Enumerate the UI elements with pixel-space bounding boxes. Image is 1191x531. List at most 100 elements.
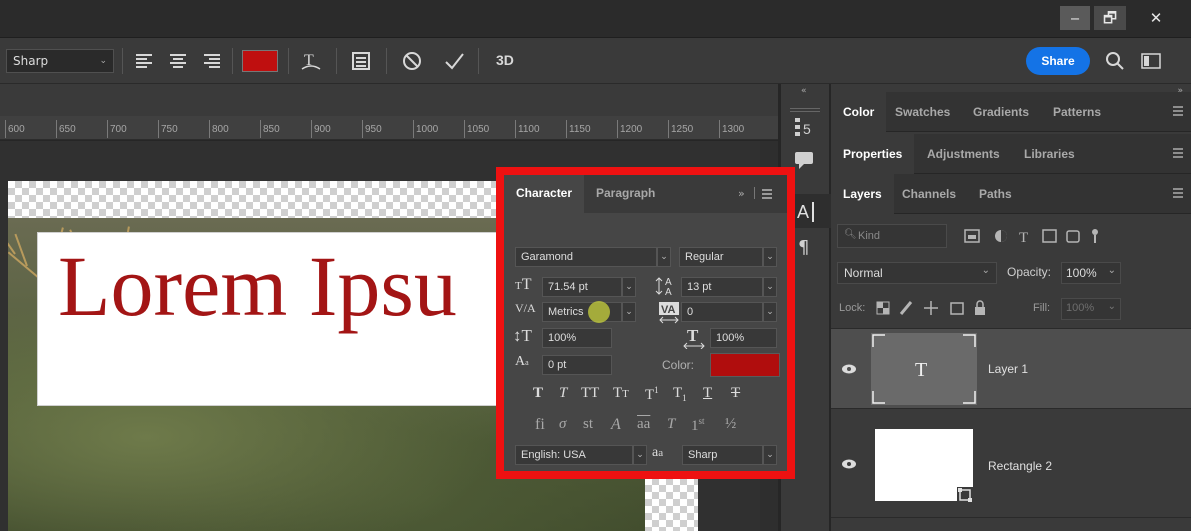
history-icon[interactable]: 5	[791, 114, 819, 140]
panel-menu-icon[interactable]	[762, 189, 772, 199]
window-title-bar: ‒ 🗗 ✕	[0, 0, 1191, 38]
align-left-icon[interactable]	[134, 51, 154, 71]
tab-adjustments[interactable]: Adjustments	[927, 134, 1000, 174]
faux-italic-icon[interactable]: T	[559, 385, 567, 402]
subscript-icon[interactable]: T1	[673, 385, 687, 403]
tab-properties[interactable]: Properties	[831, 134, 915, 174]
chevron-down-icon[interactable]: ⌄	[763, 247, 777, 267]
align-center-icon[interactable]	[168, 51, 188, 71]
close-button[interactable]: ✕	[1130, 6, 1182, 30]
comments-icon[interactable]	[791, 148, 819, 172]
character-panel-toggle-icon[interactable]	[350, 50, 372, 72]
ordinals-icon[interactable]: 1st	[691, 416, 705, 435]
chevron-down-icon[interactable]: ⌄	[622, 277, 636, 297]
contextual-alternates-icon[interactable]: σ	[559, 416, 566, 433]
shape-layer-icon	[957, 487, 973, 503]
antialias-select[interactable]: Sharp ⌄	[6, 49, 114, 73]
small-caps-icon[interactable]: TT	[613, 385, 629, 402]
titling-alternates-icon[interactable]: T	[667, 416, 675, 433]
vertical-scale-icon: ↕T	[513, 326, 532, 345]
leading-input[interactable]: 13 pt	[681, 277, 763, 297]
restore-button[interactable]: 🗗	[1094, 6, 1126, 30]
chevron-down-icon[interactable]: ⌄	[633, 445, 647, 465]
3d-button[interactable]: 3D	[496, 52, 514, 68]
fractions-icon[interactable]: ½	[725, 416, 736, 433]
all-caps-icon[interactable]: TT	[581, 385, 599, 402]
panel-menu-icon[interactable]	[1173, 188, 1183, 198]
ligatures-icon[interactable]: fi	[535, 416, 545, 434]
layer-name[interactable]: Rectangle 2	[988, 459, 1052, 473]
canvas-text-layer[interactable]: Lorem Ipsu	[58, 243, 457, 329]
tab-gradients[interactable]: Gradients	[973, 92, 1029, 132]
warp-text-icon[interactable]: T	[298, 48, 324, 74]
minimize-button[interactable]: ‒	[1060, 6, 1090, 30]
tab-color[interactable]: Color	[831, 92, 887, 132]
tab-paths[interactable]: Paths	[979, 174, 1012, 214]
tracking-input[interactable]: 0	[681, 302, 763, 322]
antialias-icon: aa	[652, 445, 664, 460]
language-select[interactable]: English: USA	[515, 445, 633, 465]
visibility-eye-icon[interactable]	[841, 459, 857, 469]
cancel-icon[interactable]	[400, 49, 424, 73]
tab-channels[interactable]: Channels	[902, 174, 956, 214]
divider	[478, 48, 479, 74]
underline-icon[interactable]: T	[703, 385, 712, 402]
blend-mode-select[interactable]: Normal ⌄	[837, 262, 997, 284]
text-color-swatch[interactable]	[242, 50, 278, 72]
layer-filter-select[interactable]: 🔍︎ Kind	[837, 224, 947, 248]
collapse-panel-icon[interactable]: »	[738, 187, 745, 200]
ruler-tick-label: 650	[59, 124, 76, 135]
cursor-highlight	[588, 301, 610, 323]
font-family-select[interactable]: Garamond	[515, 247, 657, 267]
chevron-down-icon: ⌄	[981, 265, 990, 276]
tab-character[interactable]: Character	[504, 175, 585, 213]
ruler-tick	[311, 120, 312, 138]
tab-swatches[interactable]: Swatches	[895, 92, 950, 132]
text-color-swatch[interactable]	[710, 353, 780, 377]
tab-libraries[interactable]: Libraries	[1024, 134, 1075, 174]
horizontal-ruler: 600 650 700 750 800 850 900 950 1000 1050 1100 1150…	[0, 116, 778, 140]
share-button[interactable]: Share	[1026, 47, 1090, 75]
horizontal-scale-input[interactable]: 100%	[710, 328, 777, 348]
lock-icons	[875, 298, 995, 318]
tab-layers[interactable]: Layers	[831, 174, 894, 214]
font-size-input[interactable]: 71.54 pt	[542, 277, 622, 297]
kerning-select[interactable]: Metrics	[542, 302, 622, 322]
commit-check-icon[interactable]	[442, 49, 466, 73]
superscript-icon[interactable]: T1	[645, 385, 659, 404]
panel-menu-icon[interactable]	[1173, 148, 1183, 158]
tracking-icon: VA	[658, 300, 680, 324]
search-icon[interactable]	[1104, 50, 1126, 72]
discretionary-ligatures-icon[interactable]: st	[583, 416, 593, 433]
baseline-shift-input[interactable]: 0 pt	[542, 355, 612, 375]
tab-patterns[interactable]: Patterns	[1053, 92, 1101, 132]
layer-row-layer-1[interactable]: T Layer 1	[831, 328, 1191, 408]
chevron-down-icon[interactable]: ⌄	[763, 445, 777, 465]
collapse-icon[interactable]: «	[801, 86, 807, 96]
panel-menu-icon[interactable]	[1173, 106, 1183, 116]
opacity-input[interactable]: 100% ⌄	[1061, 262, 1121, 284]
fill-input[interactable]: 100% ⌄	[1061, 298, 1121, 320]
color-panel-tabs: Color Swatches Gradients Patterns	[831, 92, 1191, 132]
stylistic-alternates-icon[interactable]: aa	[637, 416, 650, 433]
layer-row-rectangle-2[interactable]: Rectangle 2	[831, 408, 1191, 518]
visibility-eye-icon[interactable]	[841, 364, 857, 374]
paragraph-panel-icon[interactable]: ¶	[791, 234, 819, 258]
strikethrough-icon[interactable]: T	[731, 385, 740, 402]
antialias-method-select[interactable]: Sharp	[682, 445, 763, 465]
chevron-down-icon[interactable]: ⌄	[622, 302, 636, 322]
layer-name[interactable]: Layer 1	[988, 362, 1028, 376]
tab-paragraph[interactable]: Paragraph	[596, 175, 655, 213]
faux-bold-icon[interactable]: T	[533, 385, 543, 402]
chevron-down-icon[interactable]: ⌄	[763, 277, 777, 297]
vertical-scale-input[interactable]: 100%	[542, 328, 612, 348]
layer-filter-icons: T	[963, 226, 1123, 246]
align-right-icon[interactable]	[202, 51, 222, 71]
font-style-select[interactable]: Regular	[679, 247, 763, 267]
swash-icon[interactable]: A	[611, 416, 621, 434]
chevron-down-icon[interactable]: ⌄	[763, 302, 777, 322]
character-panel-tabs: Character Paragraph »	[504, 175, 787, 213]
chevron-down-icon[interactable]: ⌄	[657, 247, 671, 267]
workspace-icon[interactable]	[1140, 51, 1162, 71]
divider	[122, 48, 123, 74]
